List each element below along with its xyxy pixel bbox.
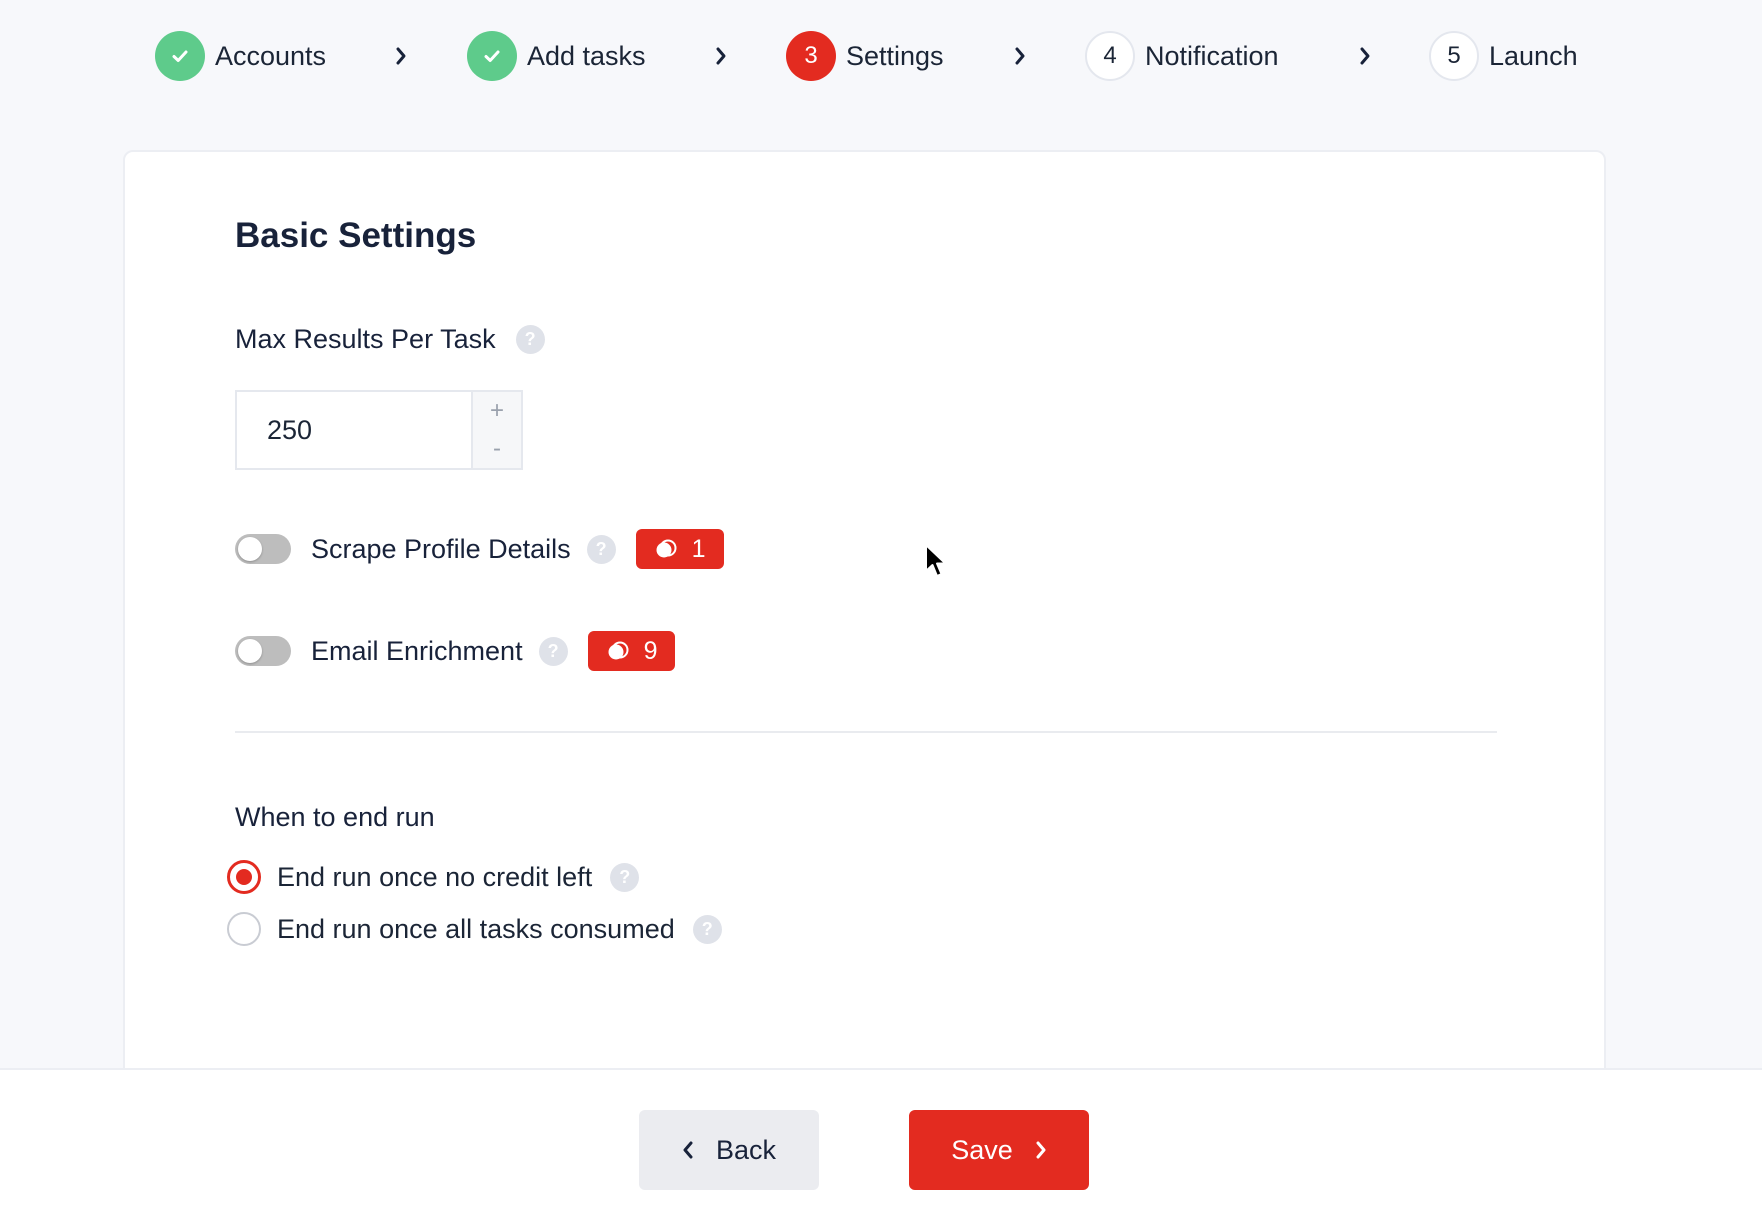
card-title: Basic Settings bbox=[235, 216, 477, 255]
email-enrichment-row: Email Enrichment ? 9 bbox=[235, 631, 676, 671]
max-results-label-text: Max Results Per Task bbox=[235, 324, 496, 354]
step-label: Notification bbox=[1145, 40, 1279, 71]
toggle-knob bbox=[238, 639, 262, 663]
help-icon[interactable]: ? bbox=[515, 325, 545, 354]
coins-icon bbox=[654, 539, 678, 559]
radio-label: End run once no credit left bbox=[277, 861, 593, 892]
step-label: Add tasks bbox=[527, 40, 646, 71]
footer-bar: Back Save bbox=[0, 1068, 1762, 1208]
decrement-button[interactable]: - bbox=[473, 430, 521, 468]
settings-card: Basic Settings Max Results Per Task ? 25… bbox=[123, 150, 1606, 1090]
step-notification[interactable]: 4 Notification bbox=[1085, 30, 1279, 82]
max-results-stepper: 250 + - bbox=[235, 390, 523, 470]
credit-count: 1 bbox=[691, 534, 706, 563]
help-icon[interactable]: ? bbox=[610, 862, 640, 892]
end-run-option-no-credit[interactable]: End run once no credit left ? bbox=[227, 860, 640, 894]
back-label: Back bbox=[715, 1134, 777, 1165]
max-results-input[interactable]: 250 bbox=[237, 392, 471, 468]
help-icon[interactable]: ? bbox=[538, 636, 568, 666]
step-add-tasks[interactable]: Add tasks bbox=[467, 30, 646, 82]
step-label: Launch bbox=[1489, 40, 1578, 71]
mouse-cursor-icon bbox=[925, 544, 947, 577]
save-label: Save bbox=[951, 1134, 1013, 1165]
chevron-right-icon bbox=[1011, 42, 1029, 70]
check-icon bbox=[467, 31, 517, 81]
step-label: Settings bbox=[846, 40, 944, 71]
end-run-title: When to end run bbox=[235, 802, 435, 832]
step-launch[interactable]: 5 Launch bbox=[1429, 30, 1578, 82]
help-icon[interactable]: ? bbox=[586, 534, 616, 564]
save-button[interactable]: Save bbox=[909, 1110, 1089, 1190]
scrape-profile-row: Scrape Profile Details ? 1 bbox=[235, 529, 724, 569]
credit-count: 9 bbox=[643, 636, 658, 665]
increment-button[interactable]: + bbox=[473, 392, 521, 430]
step-label: Accounts bbox=[215, 40, 327, 71]
chevron-right-icon bbox=[392, 42, 410, 70]
wizard-stepper: Accounts Add tasks 3 Settings 4 Notifica… bbox=[0, 0, 1762, 110]
toggle-knob bbox=[238, 537, 262, 561]
coins-icon bbox=[606, 641, 630, 661]
back-button[interactable]: Back bbox=[639, 1110, 819, 1190]
scrape-profile-toggle[interactable] bbox=[235, 534, 291, 564]
help-icon[interactable]: ? bbox=[692, 914, 722, 944]
email-enrichment-toggle[interactable] bbox=[235, 636, 291, 666]
radio-button[interactable] bbox=[227, 860, 261, 894]
max-results-label: Max Results Per Task ? bbox=[235, 324, 545, 355]
credit-badge: 1 bbox=[635, 529, 724, 569]
step-accounts[interactable]: Accounts bbox=[155, 30, 326, 82]
step-number: 4 bbox=[1085, 31, 1135, 81]
stepper-controls: + - bbox=[471, 392, 521, 468]
email-enrichment-label: Email Enrichment bbox=[311, 635, 523, 666]
step-number: 3 bbox=[786, 31, 836, 81]
chevron-right-icon bbox=[1035, 1140, 1047, 1160]
check-icon bbox=[155, 31, 205, 81]
divider bbox=[235, 731, 1497, 733]
radio-button[interactable] bbox=[227, 912, 261, 946]
chevron-right-icon bbox=[712, 42, 730, 70]
chevron-left-icon bbox=[682, 1140, 694, 1160]
step-number: 5 bbox=[1429, 31, 1479, 81]
scrape-profile-label: Scrape Profile Details bbox=[311, 533, 571, 564]
chevron-right-icon bbox=[1356, 42, 1374, 70]
radio-label: End run once all tasks consumed bbox=[277, 913, 675, 944]
step-settings[interactable]: 3 Settings bbox=[786, 30, 944, 82]
credit-badge: 9 bbox=[587, 631, 676, 671]
end-run-option-tasks-consumed[interactable]: End run once all tasks consumed ? bbox=[227, 912, 722, 946]
